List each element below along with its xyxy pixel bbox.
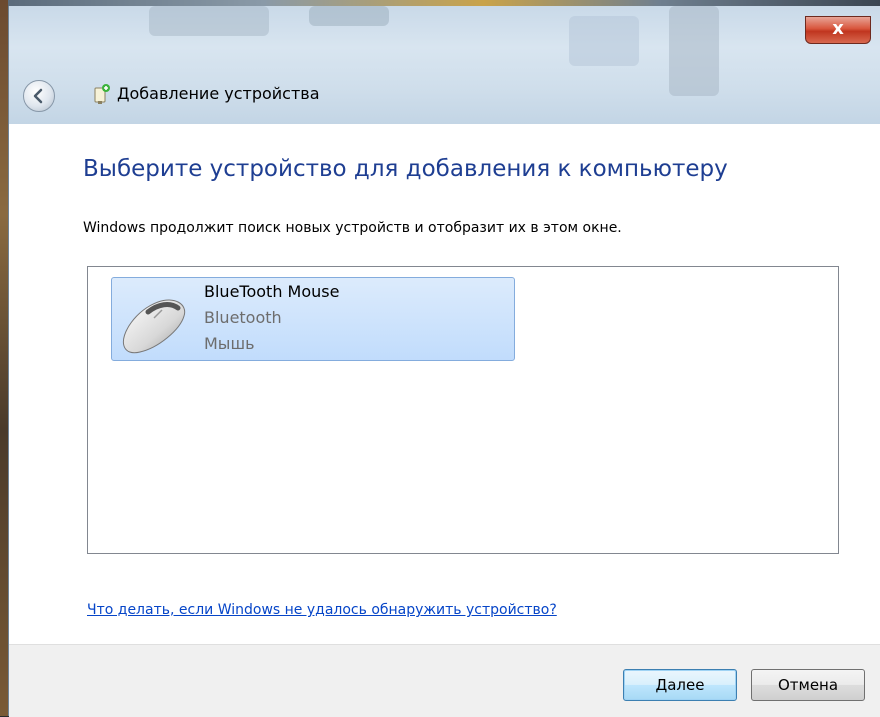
add-device-icon (94, 84, 110, 104)
glass-reflection (669, 6, 719, 96)
glass-reflection (569, 16, 639, 66)
page-description: Windows продолжит поиск новых устройств … (83, 220, 622, 236)
arrow-left-icon (33, 88, 43, 104)
close-button[interactable]: x (805, 16, 871, 44)
device-type: Bluetooth (204, 308, 282, 327)
title-bar: x Добавление устройства (9, 6, 880, 124)
add-device-dialog: x Добавление устройства Выберите устройс… (8, 6, 880, 717)
cancel-button[interactable]: Отмена (751, 669, 865, 701)
device-item-bluetooth-mouse[interactable]: BlueTooth Mouse Bluetooth Мышь (111, 277, 515, 361)
mouse-icon (122, 299, 186, 354)
device-list[interactable]: BlueTooth Mouse Bluetooth Мышь (87, 266, 839, 554)
main-content: Выберите устройство для добавления к ком… (9, 124, 880, 644)
device-name: BlueTooth Mouse (204, 282, 340, 301)
device-category: Мышь (204, 334, 255, 353)
page-heading: Выберите устройство для добавления к ком… (83, 156, 728, 182)
desktop-background-edge (0, 0, 8, 716)
help-link[interactable]: Что делать, если Windows не удалось обна… (87, 602, 557, 618)
close-icon: x (832, 18, 844, 39)
next-button[interactable]: Далее (623, 669, 737, 701)
dialog-footer: Далее Отмена (9, 644, 880, 717)
window-title: Добавление устройства (117, 84, 320, 103)
glass-reflection (149, 6, 269, 36)
back-button[interactable] (23, 80, 55, 112)
glass-reflection (309, 6, 389, 26)
